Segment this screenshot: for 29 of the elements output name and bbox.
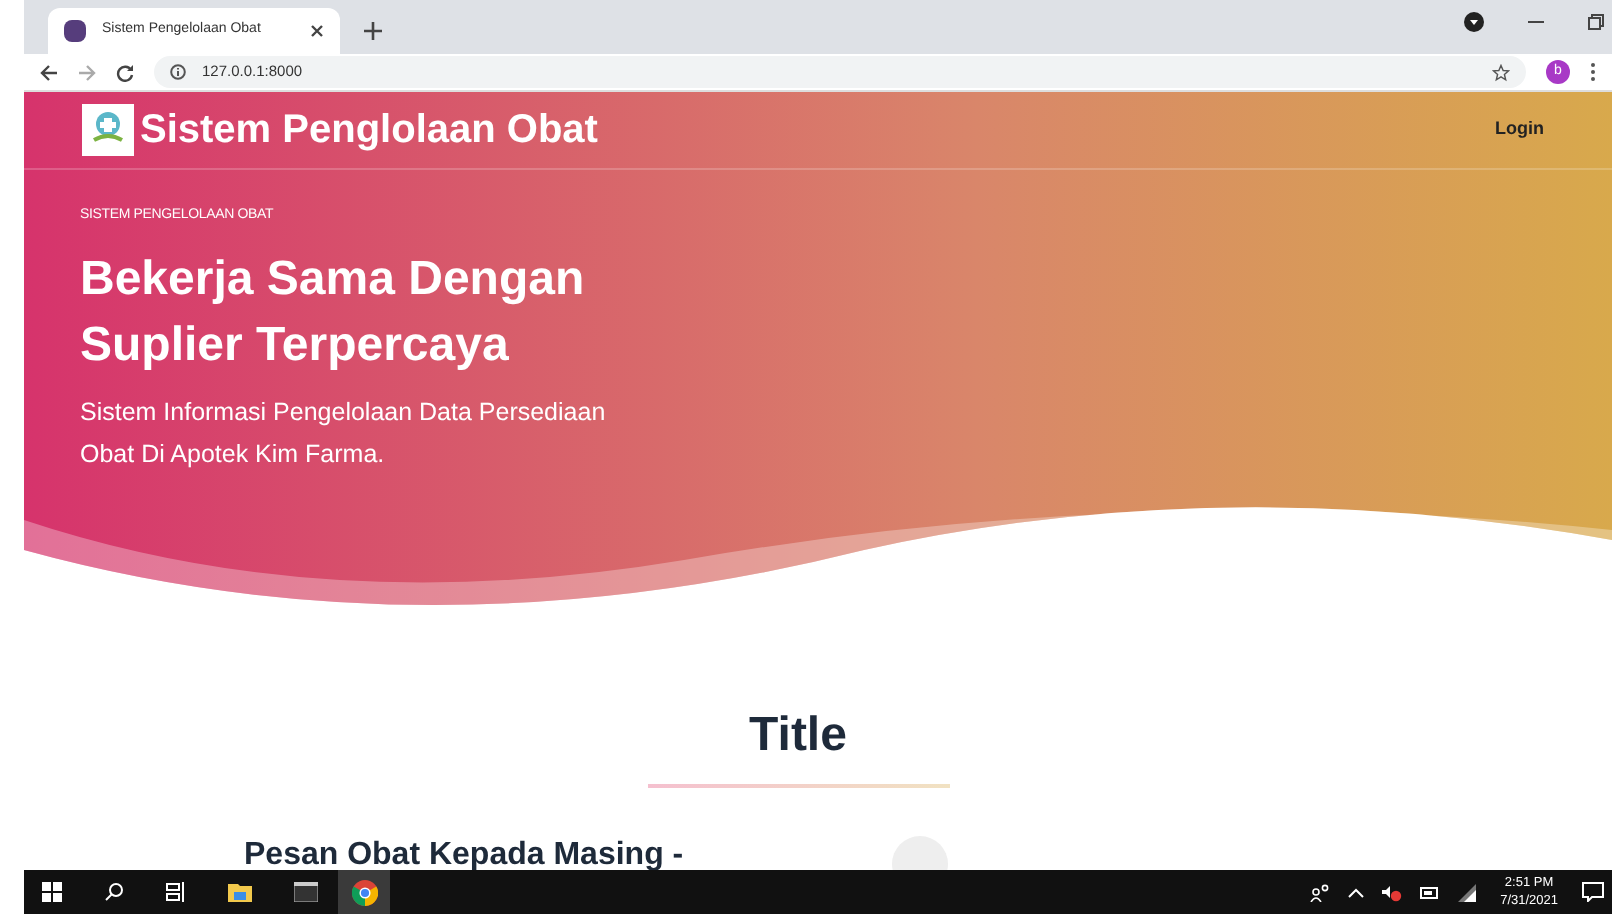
favicon-icon [64,20,86,42]
chrome-taskbar-button[interactable] [338,870,390,914]
battery-icon[interactable] [1420,885,1441,899]
terminal-icon[interactable] [294,882,318,902]
caret-icon[interactable] [1348,887,1365,897]
notification-icon[interactable] [1582,882,1604,902]
new-tab-icon[interactable] [364,22,382,40]
task-view-icon[interactable] [166,882,186,902]
info-icon [170,64,186,80]
volume-muted-icon[interactable] [1382,883,1403,901]
brand-title[interactable]: Sistem Penglolaan Obat [140,100,598,160]
menu-icon[interactable] [1590,62,1596,82]
chrome-icon [351,879,377,905]
folder-icon[interactable] [228,882,252,902]
nav-link[interactable]: Login [1495,116,1544,144]
hero-heading: Bekerja Sama Dengan Suplier Terpercaya [80,249,587,375]
people-icon[interactable] [1310,883,1331,901]
wifi-icon[interactable] [1458,883,1477,901]
search-icon[interactable] [104,882,124,902]
profile-menu-icon[interactable] [1464,12,1484,32]
restore-icon[interactable] [1588,14,1604,30]
star-icon[interactable] [1492,63,1510,81]
back-icon[interactable] [40,63,58,81]
windows-icon[interactable] [42,882,62,902]
logo-icon [82,104,134,156]
reload-icon[interactable] [116,63,134,81]
section-title: Title [749,706,847,766]
close-icon[interactable] [310,24,324,38]
hero-description: Sistem Informasi Pengelolaan Data Persediaan Obat Di Apotek Kim Farma. [80,395,608,472]
